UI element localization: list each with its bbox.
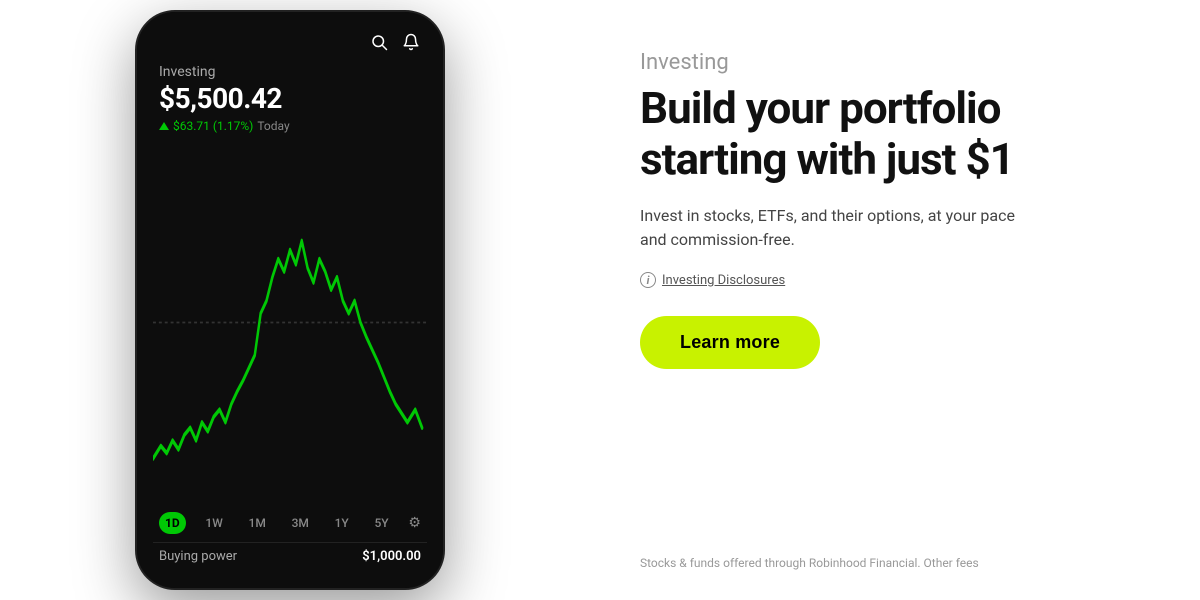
left-panel: Investing $5,500.42 $63.71 (1.17%) Today [0, 0, 580, 600]
chart-area [153, 141, 427, 504]
portfolio-value: $5,500.42 [159, 82, 421, 115]
phone-screen: Investing $5,500.42 $63.71 (1.17%) Today [137, 12, 443, 588]
disclosures-row: i Investing Disclosures [640, 272, 1140, 288]
heading-line2: starting with just $1 [640, 133, 1014, 185]
main-heading: Build your portfolio starting with just … [640, 83, 1140, 184]
learn-more-button[interactable]: Learn more [640, 316, 820, 369]
time-selector: 1D 1W 1M 3M 1Y 5Y ⚙ [153, 508, 427, 538]
stock-chart [153, 141, 427, 504]
portfolio-label: Investing [159, 64, 421, 80]
time-1m[interactable]: 1M [243, 512, 272, 534]
section-label: Investing [640, 50, 1140, 75]
settings-gear-icon[interactable]: ⚙ [408, 515, 421, 531]
right-panel: Investing Build your portfolio starting … [580, 0, 1200, 600]
info-icon: i [640, 272, 656, 288]
bell-icon[interactable] [401, 32, 421, 52]
heading-line1: Build your portfolio [640, 82, 1000, 134]
time-1y[interactable]: 1Y [329, 512, 355, 534]
footer-text: Stocks & funds offered through Robinhood… [640, 526, 1140, 570]
change-period: Today [257, 119, 289, 133]
phone-topbar [153, 28, 427, 60]
portfolio-change: $63.71 (1.17%) Today [159, 119, 421, 133]
time-1d[interactable]: 1D [159, 512, 186, 534]
time-5y[interactable]: 5Y [368, 512, 394, 534]
portfolio-header: Investing $5,500.42 $63.71 (1.17%) Today [153, 60, 427, 133]
time-3m[interactable]: 3M [286, 512, 315, 534]
phone-mockup: Investing $5,500.42 $63.71 (1.17%) Today [135, 10, 445, 590]
buying-power-row: Buying power $1,000.00 [153, 542, 427, 572]
time-1w[interactable]: 1W [199, 512, 228, 534]
sub-text: Invest in stocks, ETFs, and their option… [640, 204, 1040, 252]
disclosures-link[interactable]: Investing Disclosures [662, 273, 785, 288]
up-arrow-icon [159, 122, 169, 130]
change-amount: $63.71 (1.17%) [173, 119, 253, 133]
search-icon[interactable] [369, 32, 389, 52]
buying-power-value: $1,000.00 [362, 549, 421, 564]
buying-power-label: Buying power [159, 549, 237, 564]
